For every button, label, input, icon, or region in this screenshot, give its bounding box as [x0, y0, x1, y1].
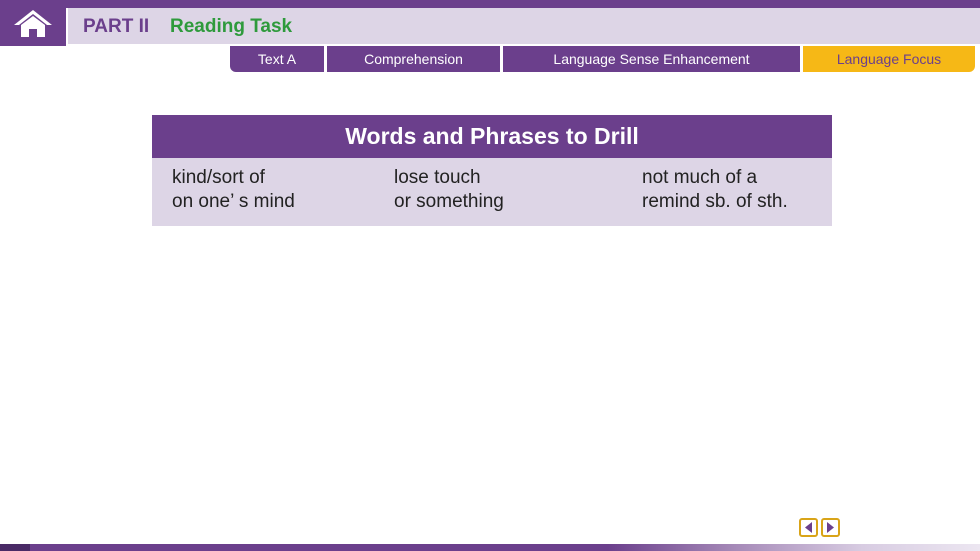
tab-language-focus[interactable]: Language Focus — [803, 46, 975, 72]
table-column: lose touch or something — [394, 166, 504, 214]
footer-accent — [0, 544, 30, 551]
part-label: PART II — [83, 16, 150, 37]
footer-bar — [0, 544, 980, 551]
home-icon — [14, 10, 52, 37]
tab-text-a[interactable]: Text A — [230, 46, 324, 72]
slide-navigation — [799, 518, 840, 537]
next-button[interactable] — [821, 518, 840, 537]
phrase-item: lose touch — [394, 167, 481, 188]
home-button[interactable] — [0, 0, 66, 46]
phrase-item: remind sb. of sth. — [642, 191, 788, 212]
table-column: kind/sort of on one’ s mind — [172, 166, 295, 214]
tab-language-sense-enhancement[interactable]: Language Sense Enhancement — [503, 46, 800, 72]
prev-arrow-icon — [805, 522, 812, 533]
phrases-table: Words and Phrases to Drill kind/sort of … — [152, 115, 832, 226]
tab-comprehension[interactable]: Comprehension — [327, 46, 500, 72]
phrase-item: not much of a — [642, 167, 758, 188]
phrase-item: on one’ s mind — [172, 191, 295, 212]
next-arrow-icon — [827, 522, 834, 533]
prev-button[interactable] — [799, 518, 818, 537]
phrase-item: or something — [394, 191, 504, 212]
task-label: Reading Task — [170, 16, 293, 37]
table-body: kind/sort of on one’ s mind lose touch o… — [152, 158, 832, 226]
table-column: not much of a remind sb. of sth. — [642, 166, 788, 214]
phrase-item: kind/sort of — [172, 167, 265, 188]
table-title: Words and Phrases to Drill — [152, 115, 832, 158]
top-strip — [0, 0, 980, 8]
